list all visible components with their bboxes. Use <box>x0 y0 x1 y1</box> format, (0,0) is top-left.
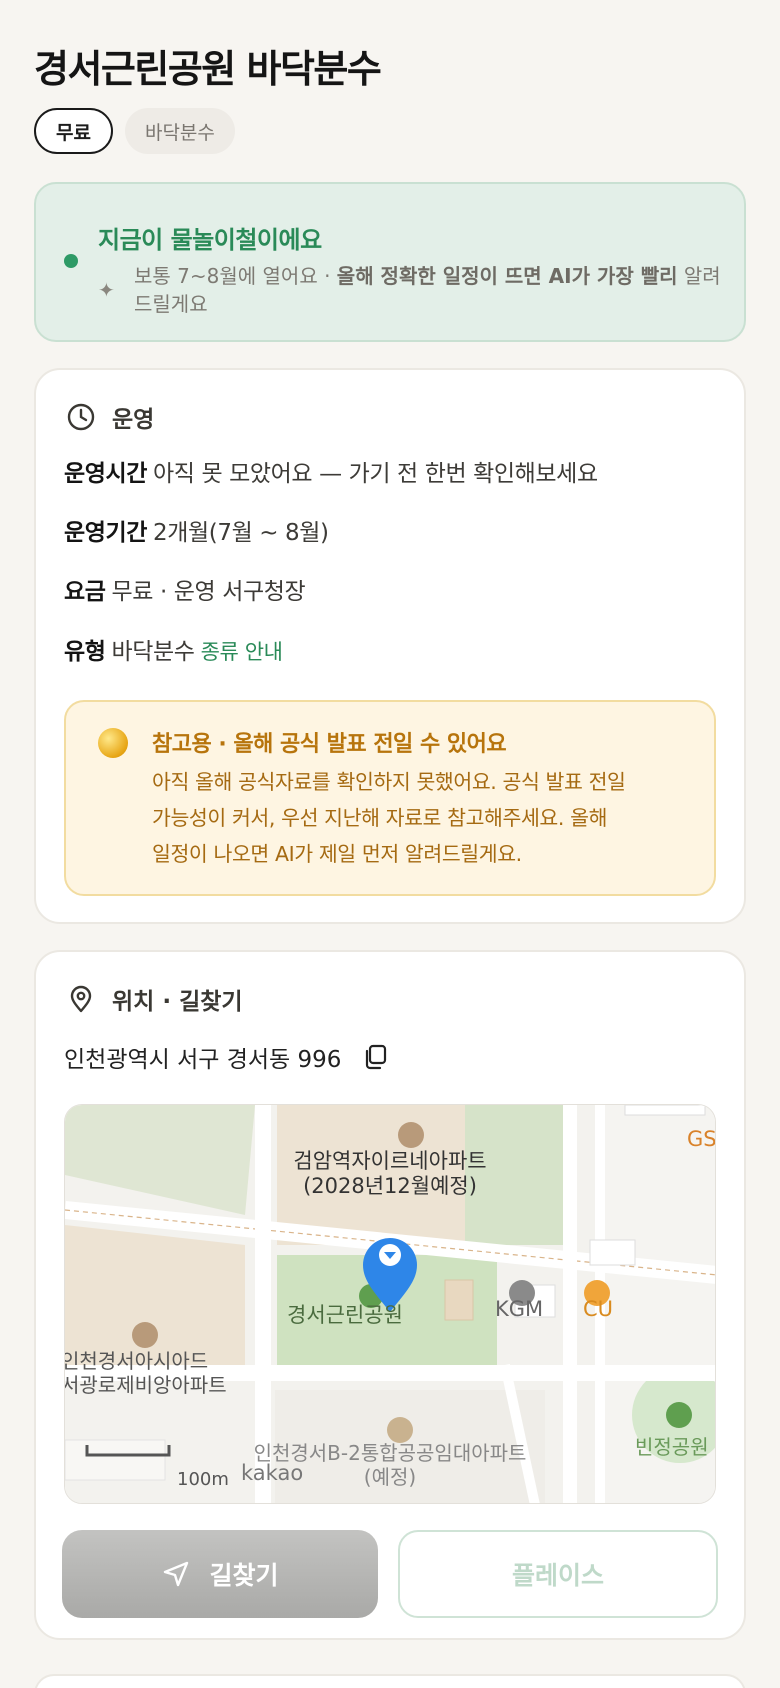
directions-button[interactable]: 길찾기 <box>62 1530 378 1618</box>
operation-heading: 운영 <box>66 400 154 434</box>
row-key: 유형 <box>64 639 106 665</box>
chip-type[interactable]: 바닥분수 <box>124 108 235 154</box>
tag-chips: 무료 바닥분수 <box>34 108 235 154</box>
reference-notice: 참고용 · 올해 공식 발표 전일 수 있어요 아직 올해 공식자료를 확인하지… <box>64 700 716 896</box>
season-desc-bold: 올해 정확한 일정이 뜨면 AI가 가장 빨리 <box>336 264 678 288</box>
map-label-line: (2028년12월예정) <box>303 1174 477 1198</box>
status-dot <box>64 254 78 268</box>
row-type: 유형 바닥분수 종류 안내 <box>64 632 283 666</box>
next-card-edge <box>34 1674 746 1688</box>
place-label: 플레이스 <box>511 1561 604 1590</box>
copy-icon[interactable] <box>361 1043 389 1071</box>
operation-heading-label: 운영 <box>112 407 155 433</box>
chip-free[interactable]: 무료 <box>34 108 113 154</box>
notice-line: 가능성이 커서, 우선 지난해 자료로 참고해주세요. 올해 <box>152 806 608 830</box>
row-fee: 요금 무료 · 운영 서구청장 <box>64 572 306 606</box>
address-text: 인천광역시 서구 경서동 996 <box>64 1047 342 1073</box>
row-value: 2개월(7월 ~ 8월) <box>153 520 329 546</box>
clock-icon <box>67 403 95 431</box>
location-card: 위치 · 길찾기 인천광역시 서구 경서동 996 검암역자이르네아파트 (20… <box>34 950 746 1640</box>
map-label-apt-top: 검암역자이르네아파트 (2028년12월예정) <box>285 1149 495 1199</box>
row-key: 운영기간 <box>64 520 148 546</box>
page-title: 경서근린공원 바닥분수 <box>34 47 382 91</box>
notice-title: 참고용 · 올해 공식 발표 전일 수 있어요 <box>152 732 507 757</box>
map-label-park-right: 빈정공원 <box>635 1435 709 1459</box>
row-key: 운영시간 <box>64 461 148 487</box>
moon-icon <box>98 728 128 758</box>
location-pin-icon <box>70 985 92 1013</box>
row-value: 아직 못 모았어요 — 가기 전 한번 확인해보세요 <box>153 461 598 487</box>
map-brand-logo: kakao <box>241 1461 304 1485</box>
map-scale-label: 100m <box>177 1469 229 1490</box>
map-label-line: 인천경서아시아드 <box>64 1349 209 1373</box>
season-banner: 지금이 물놀이철이에요 ✦ 보통 7~8월에 열어요 · 올해 정확한 일정이 … <box>34 182 746 342</box>
row-value: 무료 · 운영 서구청장 <box>111 579 306 605</box>
notice-line: 아직 올해 공식자료를 확인하지 못했어요. 공식 발표 전일 <box>152 770 626 794</box>
map-label-apt-left: 인천경서아시아드 서광로제비앙아파트 <box>64 1349 227 1397</box>
notice-body: 아직 올해 공식자료를 확인하지 못했어요. 공식 발표 전일 가능성이 커서,… <box>152 764 692 872</box>
operation-card: 운영 운영시간 아직 못 모았어요 — 가기 전 한번 확인해보세요 운영기간 2개… <box>34 368 746 924</box>
map-label-gs: GS <box>687 1127 716 1151</box>
directions-label: 길찾기 <box>209 1561 279 1590</box>
type-guide-link[interactable]: 종류 안내 <box>201 640 283 664</box>
map-view[interactable]: 검암역자이르네아파트 (2028년12월예정) 경서근린공원 KGM CU GS… <box>64 1104 716 1504</box>
map-label-kgm: KGM <box>495 1297 544 1321</box>
navigation-arrow-icon <box>164 1561 189 1587</box>
season-headline: 지금이 물놀이철이에요 <box>98 226 322 254</box>
map-label-cu: CU <box>583 1297 614 1321</box>
map-label-line: 검암역자이르네아파트 <box>293 1149 487 1173</box>
location-heading-label: 위치 · 길찾기 <box>112 989 243 1015</box>
season-description: 보통 7~8월에 열어요 · 올해 정확한 일정이 뜨면 AI가 가장 빨리 알… <box>134 262 734 318</box>
season-desc-normal: 보통 7~8월에 열어요 · <box>134 264 337 288</box>
notice-line: 일정이 나오면 AI가 제일 먼저 알려드릴게요. <box>152 842 522 866</box>
row-period: 운영기간 2개월(7월 ~ 8월) <box>64 513 329 547</box>
place-button[interactable]: 플레이스 <box>398 1530 718 1618</box>
location-heading: 위치 · 길찾기 <box>66 982 243 1016</box>
row-hours: 운영시간 아직 못 모았어요 — 가기 전 한번 확인해보세요 <box>64 454 598 488</box>
address-row: 인천광역시 서구 경서동 996 <box>64 1040 389 1074</box>
map-label-park: 경서근린공원 <box>287 1303 403 1327</box>
row-value: 바닥분수 <box>111 639 195 665</box>
map-label-line: 서광로제비앙아파트 <box>64 1373 227 1397</box>
row-key: 요금 <box>64 579 106 605</box>
sparkle-icon: ✦ <box>98 278 115 302</box>
